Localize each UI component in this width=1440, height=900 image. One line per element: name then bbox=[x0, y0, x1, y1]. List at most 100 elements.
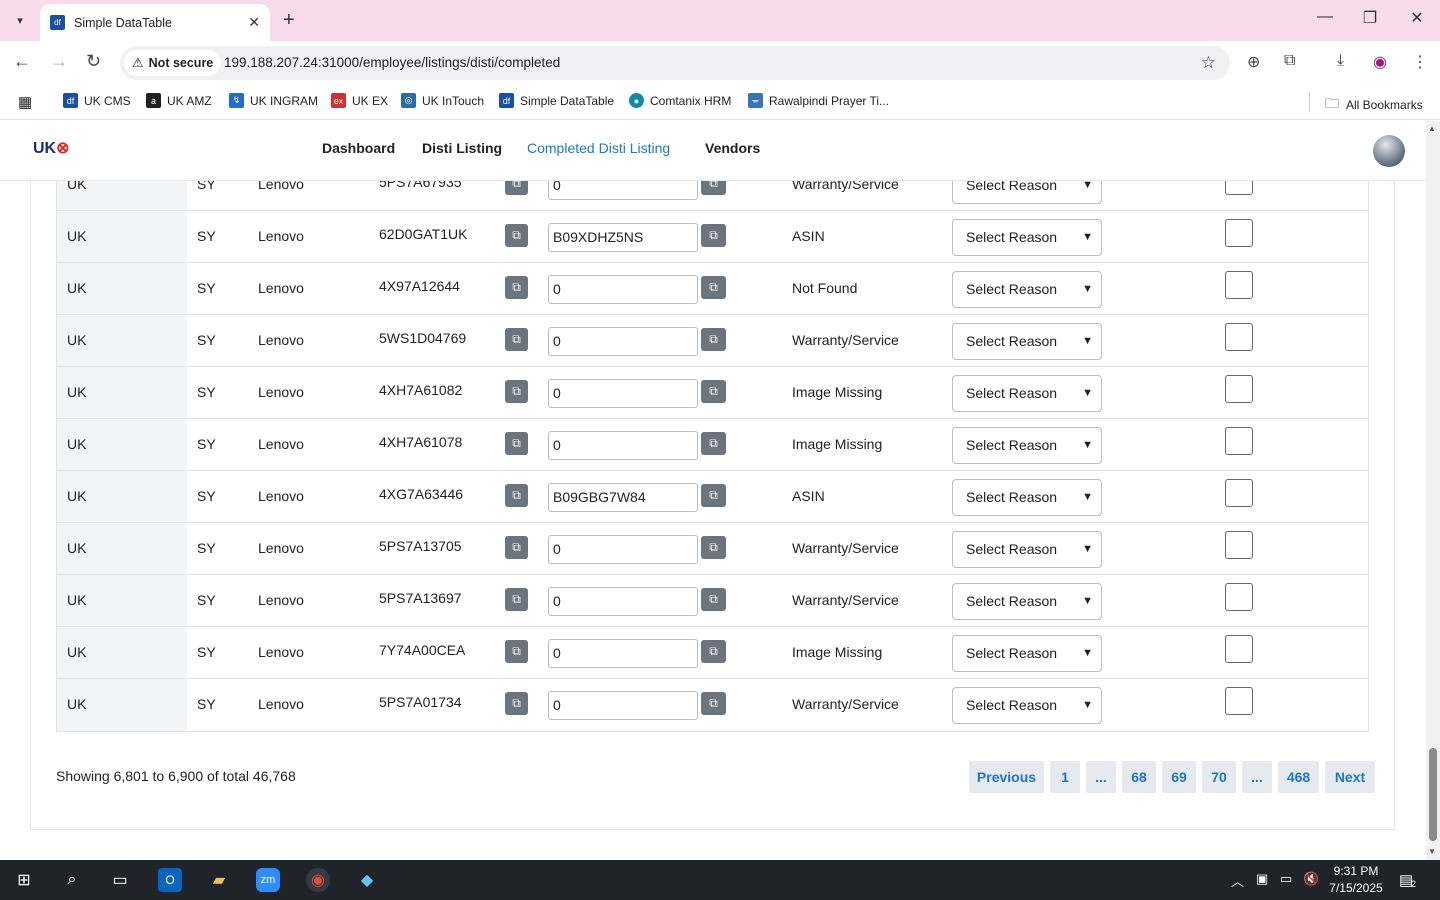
restore-icon[interactable]: ❐ bbox=[1360, 8, 1380, 28]
copy-asin-icon[interactable]: ⧉ bbox=[701, 380, 726, 403]
copy-asin-icon[interactable]: ⧉ bbox=[701, 276, 726, 299]
copy-sku-icon[interactable]: ⧉ bbox=[505, 181, 528, 195]
page-69[interactable]: 69 bbox=[1162, 761, 1196, 793]
asin-input[interactable]: 0 bbox=[548, 587, 698, 616]
bookmark-comtanix-hrm[interactable]: ● Comtanix HRM bbox=[629, 93, 731, 108]
page-next[interactable]: Next bbox=[1325, 761, 1375, 793]
row-checkbox[interactable] bbox=[1225, 181, 1253, 195]
copy-sku-icon[interactable]: ⧉ bbox=[505, 224, 528, 247]
copy-sku-icon[interactable]: ⧉ bbox=[505, 536, 528, 559]
file-explorer-icon[interactable]: ▰ bbox=[207, 868, 231, 892]
row-checkbox[interactable] bbox=[1225, 583, 1253, 611]
reason-select[interactable]: Select Reason ▼ bbox=[952, 583, 1102, 620]
bookmark-rawalpindi-prayer[interactable]: ᚚ Rawalpindi Prayer Ti... bbox=[748, 93, 889, 108]
asin-input[interactable]: B09XDHZ5NS bbox=[548, 223, 698, 252]
search-icon[interactable]: ⌕ bbox=[60, 868, 84, 892]
asin-input[interactable]: 0 bbox=[548, 379, 698, 408]
tray-chevron-icon[interactable]: ︿ bbox=[1231, 871, 1244, 890]
asin-input[interactable]: 0 bbox=[548, 535, 698, 564]
page-1[interactable]: 1 bbox=[1050, 761, 1080, 793]
reason-select[interactable]: Select Reason ▼ bbox=[952, 427, 1102, 464]
tab-search-chevron-icon[interactable]: ▾ bbox=[8, 8, 32, 32]
copy-sku-icon[interactable]: ⧉ bbox=[505, 484, 528, 507]
scroll-up-icon[interactable]: ▲ bbox=[1428, 124, 1436, 133]
new-tab-plus-icon[interactable]: + bbox=[283, 9, 295, 32]
scroll-thumb[interactable] bbox=[1429, 748, 1437, 841]
brand-logo[interactable]: UK⊗ bbox=[33, 138, 70, 158]
asin-input[interactable]: 0 bbox=[548, 181, 698, 200]
reason-select[interactable]: Select Reason ▼ bbox=[952, 531, 1102, 568]
row-checkbox[interactable] bbox=[1225, 531, 1253, 559]
reason-select[interactable]: Select Reason ▼ bbox=[952, 323, 1102, 360]
page-468[interactable]: 468 bbox=[1278, 761, 1319, 793]
apps-grid-icon[interactable]: ▦ bbox=[18, 93, 32, 111]
security-chip[interactable]: ⚠ Not secure bbox=[124, 50, 222, 76]
omnibox[interactable]: ⚠ Not secure 199.188.207.24:31000/employ… bbox=[120, 46, 1230, 80]
row-checkbox[interactable] bbox=[1225, 687, 1253, 715]
app-diamond-icon[interactable]: ◆ bbox=[355, 868, 379, 892]
nav-dashboard[interactable]: Dashboard bbox=[322, 140, 395, 156]
row-checkbox[interactable] bbox=[1225, 635, 1253, 663]
copy-asin-icon[interactable]: ⧉ bbox=[701, 640, 726, 663]
windows-start-icon[interactable]: ⊞ bbox=[12, 868, 36, 892]
copy-sku-icon[interactable]: ⧉ bbox=[505, 692, 528, 715]
row-checkbox[interactable] bbox=[1225, 219, 1253, 247]
copy-asin-icon[interactable]: ⧉ bbox=[701, 224, 726, 247]
reason-select[interactable]: Select Reason ▼ bbox=[952, 271, 1102, 308]
row-checkbox[interactable] bbox=[1225, 323, 1253, 351]
taskbar-clock[interactable]: 9:31 PM 7/15/2025 bbox=[1325, 863, 1387, 897]
reason-select[interactable]: Select Reason ▼ bbox=[952, 181, 1102, 204]
chrome-icon[interactable]: ◉ bbox=[306, 868, 330, 892]
minimize-icon[interactable]: — bbox=[1315, 8, 1335, 26]
row-checkbox[interactable] bbox=[1225, 271, 1253, 299]
bookmark-uk-ingram[interactable]: ↯ UK INGRAM bbox=[229, 93, 318, 108]
all-bookmarks[interactable]: 🗀 All Bookmarks bbox=[1325, 93, 1423, 117]
tray-network-icon[interactable]: ▣ bbox=[1256, 871, 1268, 887]
copy-asin-icon[interactable]: ⧉ bbox=[701, 432, 726, 455]
asin-input[interactable]: 0 bbox=[548, 691, 698, 720]
copy-sku-icon[interactable]: ⧉ bbox=[505, 380, 528, 403]
asin-input[interactable]: 0 bbox=[548, 327, 698, 356]
page-70[interactable]: 70 bbox=[1202, 761, 1236, 793]
row-checkbox[interactable] bbox=[1225, 375, 1253, 403]
profile-icon[interactable]: ◉ bbox=[1373, 52, 1387, 72]
download-icon[interactable]: ⤓ bbox=[1337, 52, 1344, 70]
bookmark-uk-ex[interactable]: ex UK EX bbox=[331, 93, 388, 108]
more-menu-icon[interactable]: ⋮ bbox=[1412, 52, 1428, 72]
tray-volume-icon[interactable]: 🔇 bbox=[1303, 871, 1319, 887]
bookmark-simple-datatable[interactable]: df Simple DataTable bbox=[499, 93, 614, 108]
copy-asin-icon[interactable]: ⧉ bbox=[701, 692, 726, 715]
reload-icon[interactable]: ↻ bbox=[86, 51, 101, 72]
window-close-icon[interactable]: ✕ bbox=[1407, 8, 1427, 28]
tab-close-icon[interactable]: ✕ bbox=[248, 14, 260, 31]
outlook-icon[interactable]: O bbox=[158, 868, 182, 892]
copy-sku-icon[interactable]: ⧉ bbox=[505, 432, 528, 455]
page-previous[interactable]: Previous bbox=[969, 761, 1044, 793]
extensions-puzzle-icon[interactable]: ⧉ bbox=[1284, 52, 1295, 70]
scroll-down-icon[interactable]: ▼ bbox=[1428, 847, 1436, 856]
asin-input[interactable]: B09GBG7W84 bbox=[548, 483, 698, 512]
reason-select[interactable]: Select Reason ▼ bbox=[952, 375, 1102, 412]
asin-input[interactable]: 0 bbox=[548, 431, 698, 460]
reason-select[interactable]: Select Reason ▼ bbox=[952, 479, 1102, 516]
copy-asin-icon[interactable]: ⧉ bbox=[701, 536, 726, 559]
page-68[interactable]: 68 bbox=[1122, 761, 1156, 793]
asin-input[interactable]: 0 bbox=[548, 639, 698, 668]
copy-asin-icon[interactable]: ⧉ bbox=[701, 181, 726, 195]
bookmark-star-icon[interactable]: ☆ bbox=[1201, 53, 1216, 73]
back-arrow-icon[interactable]: ← bbox=[13, 51, 31, 72]
bookmark-uk-amz[interactable]: a UK AMZ bbox=[146, 93, 212, 108]
translate-globe-icon[interactable]: ⊕ bbox=[1247, 52, 1260, 72]
user-avatar[interactable] bbox=[1373, 135, 1405, 167]
copy-sku-icon[interactable]: ⧉ bbox=[505, 328, 528, 351]
browser-tab[interactable]: df Simple DataTable ✕ bbox=[40, 4, 270, 41]
reason-select[interactable]: Select Reason ▼ bbox=[952, 687, 1102, 724]
bookmark-uk-intouch[interactable]: ◎ UK InTouch bbox=[401, 93, 484, 108]
nav-disti-listing[interactable]: Disti Listing bbox=[422, 140, 502, 156]
zoom-icon[interactable]: zm bbox=[256, 868, 280, 892]
copy-sku-icon[interactable]: ⧉ bbox=[505, 276, 528, 299]
reason-select[interactable]: Select Reason ▼ bbox=[952, 219, 1102, 256]
copy-sku-icon[interactable]: ⧉ bbox=[505, 588, 528, 611]
copy-asin-icon[interactable]: ⧉ bbox=[701, 328, 726, 351]
nav-completed-disti-listing[interactable]: Completed Disti Listing bbox=[527, 140, 670, 156]
